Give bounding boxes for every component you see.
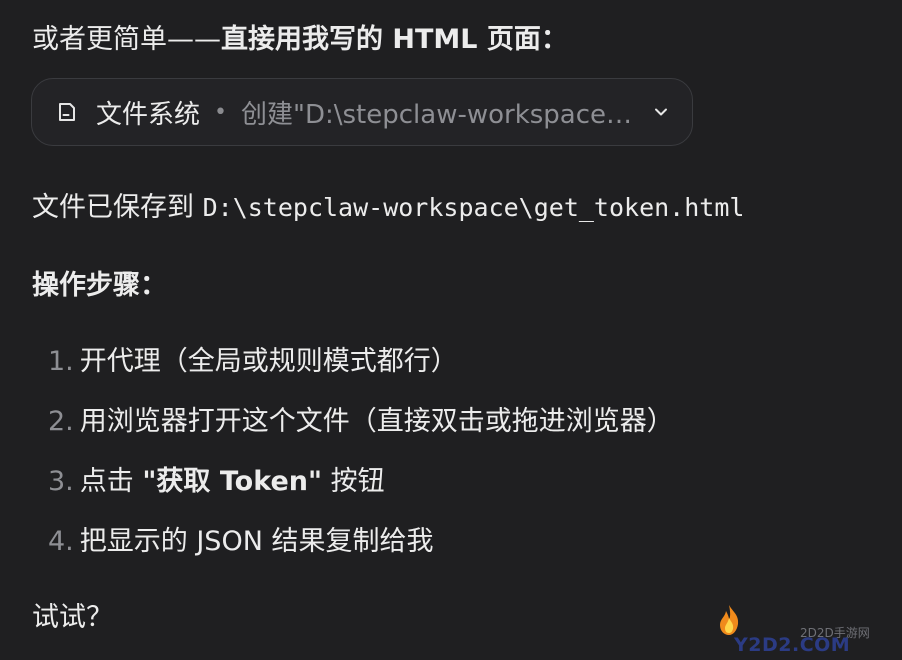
- tool-description: 创建"D:\stepclaw-workspace\get_token.html": [241, 99, 640, 130]
- step-text: 把显示的 JSON 结果复制给我: [79, 526, 434, 557]
- saved-path: D:\stepclaw-workspace\get_token.html: [202, 193, 745, 222]
- watermark-en: Y2D2.COM: [734, 634, 851, 656]
- step-text-strong: "获取 Token": [142, 466, 323, 497]
- step-text: 用浏览器打开这个文件（直接双击或拖进浏览器）: [79, 406, 674, 437]
- chevron-down-icon[interactable]: [652, 103, 670, 121]
- saved-prefix: 文件已保存到: [32, 192, 203, 223]
- step-text-before: 点击: [79, 466, 143, 497]
- list-item: 3. 点击 "获取 Token" 按钮: [48, 462, 674, 522]
- steps-list: 1. 开代理（全局或规则模式都行） 2. 用浏览器打开这个文件（直接双击或拖进浏览器…: [48, 342, 674, 582]
- tool-call-card[interactable]: 文件系统 • 创建"D:\stepclaw-workspace\get_toke…: [31, 78, 693, 146]
- saved-line: 文件已保存到 D:\stepclaw-workspace\get_token.h…: [32, 188, 744, 228]
- step-number: 2.: [48, 406, 74, 437]
- step-number: 1.: [48, 346, 74, 377]
- intro-prefix: 或者更简单——: [32, 24, 221, 55]
- list-item: 1. 开代理（全局或规则模式都行）: [48, 342, 674, 402]
- tool-separator: •: [214, 99, 227, 125]
- list-item: 2. 用浏览器打开这个文件（直接双击或拖进浏览器）: [48, 402, 674, 462]
- steps-heading: 操作步骤：: [32, 270, 167, 301]
- intro-line: 或者更简单——直接用我写的 HTML 页面：: [32, 20, 568, 60]
- list-item: 4. 把显示的 JSON 结果复制给我: [48, 522, 674, 582]
- file-icon: [56, 101, 78, 123]
- tool-label: 文件系统: [96, 99, 201, 130]
- watermark: 2D2D手游网 Y2D2.COM: [712, 604, 896, 658]
- step-text: 开代理（全局或规则模式都行）: [79, 346, 458, 377]
- step-text-after: 按钮: [322, 466, 385, 497]
- intro-strong: 直接用我写的 HTML 页面：: [221, 24, 568, 55]
- outro-line: 试试？: [32, 602, 113, 633]
- step-number: 3.: [48, 466, 74, 497]
- step-number: 4.: [48, 526, 74, 557]
